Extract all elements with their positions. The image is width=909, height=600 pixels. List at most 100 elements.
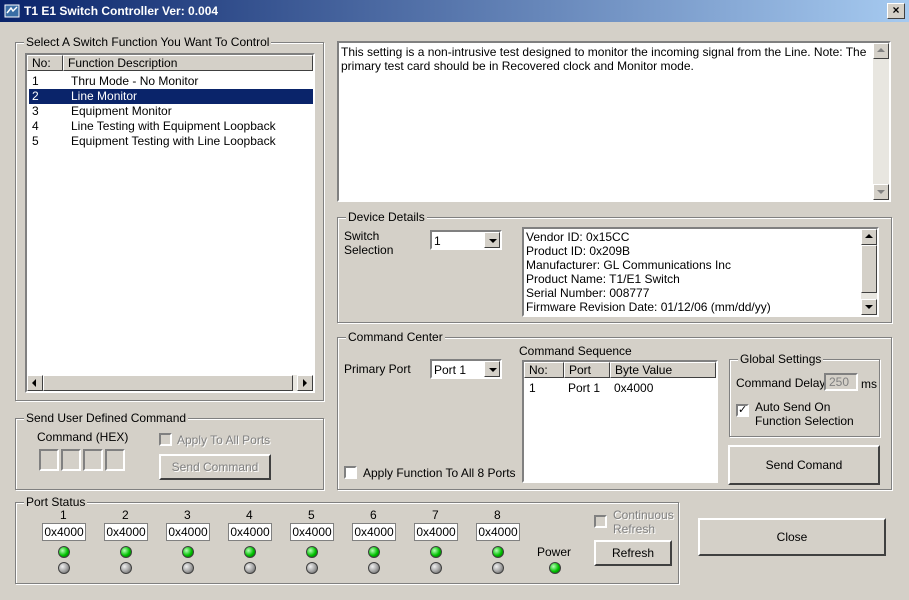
port-number: 4 xyxy=(246,508,253,522)
switch-selection-value: 1 xyxy=(434,234,441,248)
auto-send-checkbox[interactable]: ✓ xyxy=(736,404,749,417)
status-led-icon xyxy=(182,562,194,574)
scroll-up-arrow-icon[interactable] xyxy=(861,229,877,245)
port-value: 0x4000 xyxy=(352,523,396,541)
command-sequence-list[interactable]: No: Port Byte Value 1 Port 1 0x4000 xyxy=(522,360,718,483)
sequence-header-port[interactable]: Port xyxy=(564,362,610,378)
scroll-up-arrow-icon[interactable] xyxy=(873,43,889,59)
device-detail-line: Manufacturer: GL Communications Inc xyxy=(526,258,731,272)
scroll-thumb[interactable] xyxy=(43,375,293,391)
apply-all-ports-checkbox[interactable] xyxy=(344,466,357,479)
status-led-icon xyxy=(182,546,194,558)
sequence-row[interactable]: 1 Port 1 0x4000 xyxy=(526,381,716,396)
command-sequence-label: Command Sequence xyxy=(519,344,632,358)
primary-port-dropdown[interactable]: Port 1 xyxy=(430,359,502,379)
function-row-3[interactable]: 3 Equipment Monitor xyxy=(29,104,313,119)
description-scrollbar[interactable] xyxy=(873,43,889,200)
switch-selection-label: Switch xyxy=(344,229,380,243)
send-command-button[interactable]: Send Command xyxy=(159,454,271,480)
device-details-scrollbar[interactable] xyxy=(861,229,877,315)
apply-to-all-ports-label: Apply To All Ports xyxy=(177,433,271,447)
function-description-box[interactable]: This setting is a non-intrusive test des… xyxy=(337,41,891,202)
user-command-legend: Send User Defined Command xyxy=(24,411,189,425)
function-select-group: Select A Switch Function You Want To Con… xyxy=(15,35,324,401)
sequence-row-value: 0x4000 xyxy=(614,381,654,395)
sequence-header-value[interactable]: Byte Value xyxy=(610,362,716,378)
continuous-refresh-checkbox[interactable] xyxy=(594,515,607,528)
command-delay-unit: ms xyxy=(861,377,877,391)
column-header-description[interactable]: Function Description xyxy=(63,55,313,71)
function-list[interactable]: No: Function Description 1 Thru Mode - N… xyxy=(25,53,315,393)
continuous-refresh-label: Continuous xyxy=(613,508,674,522)
port-value: 0x4000 xyxy=(104,523,148,541)
function-row-1[interactable]: 1 Thru Mode - No Monitor xyxy=(29,74,313,89)
continuous-refresh-label-2: Refresh xyxy=(613,522,656,536)
hex-input-4[interactable] xyxy=(105,449,125,471)
command-delay-input[interactable]: 250 xyxy=(824,373,858,391)
function-list-hscrollbar[interactable] xyxy=(27,375,313,391)
status-led-icon xyxy=(120,562,132,574)
status-led-icon xyxy=(306,546,318,558)
port-value: 0x4000 xyxy=(290,523,334,541)
scroll-down-arrow-icon[interactable] xyxy=(861,299,877,315)
hex-input-1[interactable] xyxy=(39,449,59,471)
hex-input-2[interactable] xyxy=(61,449,81,471)
port-value: 0x4000 xyxy=(228,523,272,541)
command-hex-label: Command (HEX) xyxy=(37,430,129,444)
sequence-row-port: Port 1 xyxy=(568,381,601,395)
port-value: 0x4000 xyxy=(166,523,210,541)
switch-selection-dropdown[interactable]: 1 xyxy=(430,230,502,250)
port-number: 5 xyxy=(308,508,315,522)
status-led-icon xyxy=(430,562,442,574)
function-row-no: 5 xyxy=(32,134,39,148)
auto-send-label: Auto Send On xyxy=(755,400,831,414)
port-value: 0x4000 xyxy=(476,523,520,541)
status-led-icon xyxy=(244,562,256,574)
auto-send-label-2: Function Selection xyxy=(755,414,854,428)
port-value: 0x4000 xyxy=(414,523,458,541)
function-row-2[interactable]: 2 Line Monitor xyxy=(29,89,313,104)
primary-port-label: Primary Port xyxy=(344,362,411,376)
scroll-left-arrow-icon[interactable] xyxy=(27,375,43,391)
chevron-down-icon[interactable] xyxy=(484,232,500,248)
send-comand-button[interactable]: Send Comand xyxy=(728,445,880,485)
refresh-button[interactable]: Refresh xyxy=(594,540,672,566)
command-delay-label: Command Delay xyxy=(736,376,826,390)
column-header-no[interactable]: No: xyxy=(27,55,63,71)
function-row-desc: Equipment Testing with Line Loopback xyxy=(71,134,276,148)
close-button[interactable]: Close xyxy=(698,518,886,556)
function-select-legend: Select A Switch Function You Want To Con… xyxy=(24,35,272,49)
port-value: 0x4000 xyxy=(42,523,86,541)
device-detail-line: Product ID: 0x209B xyxy=(526,244,631,258)
port-number: 7 xyxy=(432,508,439,522)
user-command-group: Send User Defined Command Command (HEX) … xyxy=(15,411,324,490)
sequence-header-no[interactable]: No: xyxy=(524,362,564,378)
scroll-down-arrow-icon[interactable] xyxy=(873,184,889,200)
primary-port-value: Port 1 xyxy=(434,363,467,377)
device-detail-line: Serial Number: 008777 xyxy=(526,286,650,300)
scroll-right-arrow-icon[interactable] xyxy=(297,375,313,391)
device-details-box[interactable]: Vendor ID: 0x15CC Product ID: 0x209B Man… xyxy=(522,227,879,317)
function-row-5[interactable]: 5 Equipment Testing with Line Loopback xyxy=(29,134,313,149)
function-row-4[interactable]: 4 Line Testing with Equipment Loopback xyxy=(29,119,313,134)
device-details-group: Device Details Switch Selection 1 Vendor… xyxy=(337,210,892,323)
apply-all-ports-label: Apply Function To All 8 Ports xyxy=(363,466,516,480)
scroll-thumb[interactable] xyxy=(861,245,877,293)
hex-input-3[interactable] xyxy=(83,449,103,471)
power-label: Power xyxy=(537,545,572,559)
chevron-down-icon[interactable] xyxy=(484,361,500,377)
command-center-legend: Command Center xyxy=(346,330,445,344)
function-description-text: This setting is a non-intrusive test des… xyxy=(341,45,867,73)
window-close-button[interactable]: × xyxy=(887,3,905,19)
status-led-icon xyxy=(306,562,318,574)
device-detail-line: Firmware Revision Date: 01/12/06 (mm/dd/… xyxy=(526,300,771,314)
window-title: T1 E1 Switch Controller Ver: 0.004 xyxy=(24,4,219,18)
status-led-icon xyxy=(430,546,442,558)
apply-to-all-ports-checkbox[interactable] xyxy=(159,433,172,446)
command-center-group: Command Center Primary Port Port 1 Apply… xyxy=(337,330,892,490)
function-row-desc: Line Testing with Equipment Loopback xyxy=(71,119,276,133)
status-led-icon xyxy=(244,546,256,558)
port-number: 8 xyxy=(494,508,501,522)
status-led-icon xyxy=(368,546,380,558)
global-settings-legend: Global Settings xyxy=(738,352,824,366)
